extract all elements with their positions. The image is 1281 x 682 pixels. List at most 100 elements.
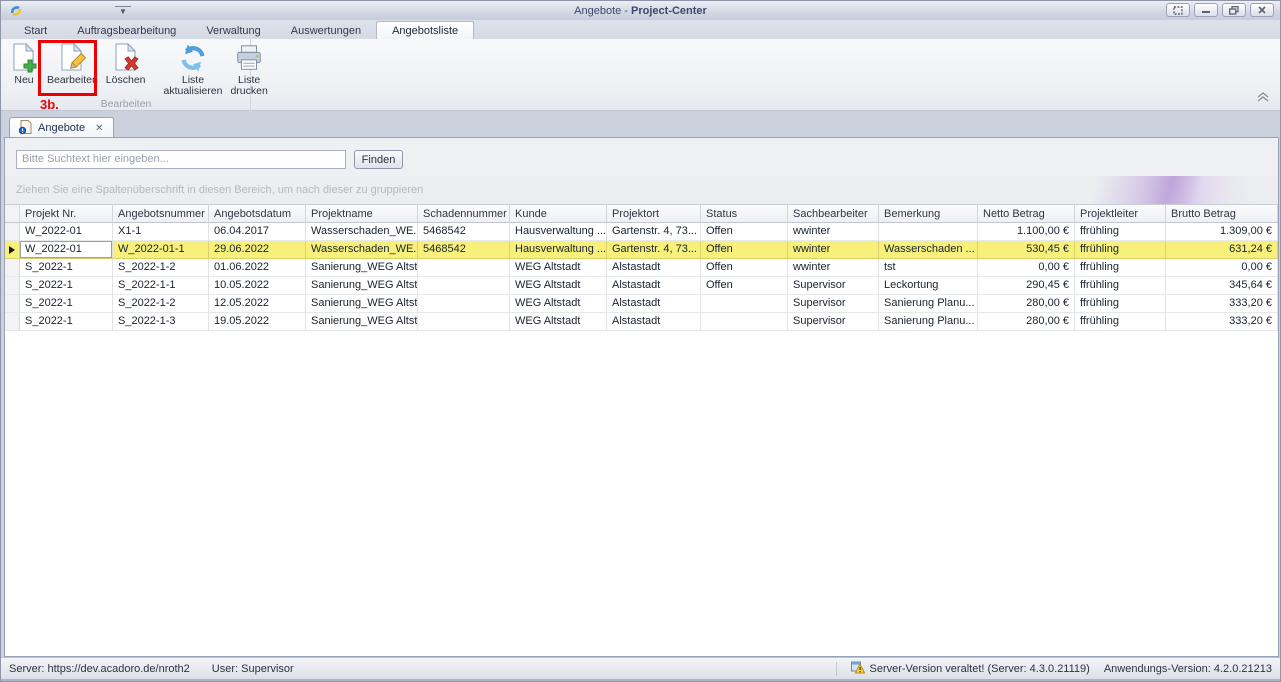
column-header-kunde[interactable]: Kunde (510, 204, 607, 223)
collapse-ribbon-icon[interactable] (1256, 89, 1270, 107)
grid-cell[interactable]: ffrühling (1075, 259, 1166, 277)
grid-cell[interactable]: 29.06.2022 (209, 241, 306, 259)
minimize-button[interactable] (1194, 3, 1218, 17)
grid-cell[interactable]: WEG Altstadt (510, 277, 607, 295)
bearbeiten-button[interactable]: Bearbeiten (43, 39, 102, 87)
ribbon-tab-verwaltung[interactable]: Verwaltung (191, 22, 275, 39)
search-input[interactable] (16, 150, 346, 169)
grid-cell[interactable]: Offen (701, 259, 788, 277)
grid-cell[interactable] (879, 223, 978, 241)
grid-row[interactable]: S_2022-1S_2022-1-319.05.2022Sanierung_WE… (5, 313, 1278, 331)
neu-button[interactable]: Neu (5, 39, 43, 87)
grid-cell[interactable]: 10.05.2022 (209, 277, 306, 295)
column-header-angebotsnummer[interactable]: Angebotsnummer (113, 204, 209, 223)
grid-row[interactable]: W_2022-01X1-106.04.2017Wasserschaden_WE.… (5, 223, 1278, 241)
grid-cell[interactable]: Alstastadt (607, 259, 701, 277)
grid-cell[interactable]: ffrühling (1075, 313, 1166, 331)
grid-cell[interactable]: Offen (701, 241, 788, 259)
grid-cell[interactable]: ffrühling (1075, 295, 1166, 313)
grid-cell[interactable]: 5468542 (418, 223, 510, 241)
column-header-angebotsdatum[interactable]: Angebotsdatum (209, 204, 306, 223)
grid-cell[interactable]: Sanierung Planu... (879, 295, 978, 313)
grid-cell[interactable]: Wasserschaden_WE... (306, 241, 418, 259)
column-header-projektort[interactable]: Projektort (607, 204, 701, 223)
grid-cell[interactable]: ffrühling (1075, 277, 1166, 295)
grid-cell[interactable]: Hausverwaltung ... (510, 223, 607, 241)
grid-cell[interactable]: S_2022-1 (20, 295, 113, 313)
grid-cell[interactable]: Alstastadt (607, 313, 701, 331)
find-button[interactable]: Finden (354, 150, 403, 169)
grid-cell[interactable]: 631,24 € (1166, 241, 1278, 259)
grid-cell[interactable]: wwinter (788, 259, 879, 277)
grid-cell[interactable]: 12.05.2022 (209, 295, 306, 313)
column-header-projektleiter[interactable]: Projektleiter (1075, 204, 1166, 223)
grid-cell[interactable]: S_2022-1 (20, 259, 113, 277)
grid-cell[interactable]: W_2022-01 (20, 241, 113, 259)
grid-cell[interactable]: Supervisor (788, 313, 879, 331)
grid-cell[interactable]: S_2022-1-2 (113, 259, 209, 277)
grid-cell[interactable]: Leckortung (879, 277, 978, 295)
ribbon-tab-angebotsliste[interactable]: Angebotsliste (376, 21, 474, 39)
tab-close-icon[interactable]: ✕ (95, 123, 103, 134)
grid-cell[interactable]: WEG Altstadt (510, 259, 607, 277)
grid-cell[interactable]: 0,00 € (978, 259, 1075, 277)
grid-cell[interactable]: wwinter (788, 223, 879, 241)
grid-cell[interactable]: Alstastadt (607, 277, 701, 295)
column-header-status[interactable]: Status (701, 204, 788, 223)
grid-row[interactable]: W_2022-01W_2022-01-129.06.2022Wasserscha… (5, 241, 1278, 259)
grid-cell[interactable]: Gartenstr. 4, 73... (607, 223, 701, 241)
liste-aktualisieren-button[interactable]: Liste aktualisieren (160, 39, 227, 98)
grid-cell[interactable]: 345,64 € (1166, 277, 1278, 295)
grid-cell[interactable]: wwinter (788, 241, 879, 259)
grid-cell[interactable]: 290,45 € (978, 277, 1075, 295)
grid-cell[interactable]: Offen (701, 223, 788, 241)
grid-cell[interactable]: Wasserschaden ... (879, 241, 978, 259)
grid-cell[interactable]: 280,00 € (978, 313, 1075, 331)
grid-cell[interactable]: 280,00 € (978, 295, 1075, 313)
tab-angebote[interactable]: Angebote ✕ (9, 117, 114, 138)
grid-cell[interactable]: 530,45 € (978, 241, 1075, 259)
grid-cell[interactable]: Offen (701, 277, 788, 295)
quick-access-dropdown-icon[interactable]: ▼ (115, 6, 131, 16)
grid-row[interactable]: S_2022-1S_2022-1-212.05.2022Sanierung_WE… (5, 295, 1278, 313)
grid-cell[interactable]: W_2022-01-1 (113, 241, 209, 259)
loeschen-button[interactable]: Löschen (102, 39, 150, 87)
grid-cell[interactable]: 0,00 € (1166, 259, 1278, 277)
column-header-sachbearbeiter[interactable]: Sachbearbeiter (788, 204, 879, 223)
column-header-netto-betrag[interactable]: Netto Betrag (978, 204, 1075, 223)
grid-cell[interactable]: Sanierung_WEG Altst... (306, 295, 418, 313)
grid-cell[interactable]: 333,20 € (1166, 313, 1278, 331)
ribbon-tab-auftragsbearbeitung[interactable]: Auftragsbearbeitung (62, 22, 191, 39)
column-header-brutto-betrag[interactable]: Brutto Betrag (1166, 204, 1278, 223)
grid-cell[interactable]: Sanierung Planu... (879, 313, 978, 331)
grid-cell[interactable]: W_2022-01 (20, 223, 113, 241)
column-header-projektname[interactable]: Projektname (306, 204, 418, 223)
group-by-panel[interactable]: Ziehen Sie eine Spaltenüberschrift in di… (5, 176, 1278, 204)
fullscreen-button[interactable] (1166, 3, 1190, 17)
grid-cell[interactable]: 19.05.2022 (209, 313, 306, 331)
grid-cell[interactable]: S_2022-1 (20, 277, 113, 295)
grid-cell[interactable]: Alstastadt (607, 295, 701, 313)
grid-cell[interactable]: Supervisor (788, 277, 879, 295)
close-button[interactable] (1250, 3, 1274, 17)
grid-cell[interactable]: Hausverwaltung ... (510, 241, 607, 259)
grid-cell[interactable] (418, 295, 510, 313)
grid-cell[interactable]: Wasserschaden_WE... (306, 223, 418, 241)
grid-cell[interactable]: S_2022-1-2 (113, 295, 209, 313)
grid-row[interactable]: S_2022-1S_2022-1-201.06.2022Sanierung_WE… (5, 259, 1278, 277)
ribbon-tab-auswertungen[interactable]: Auswertungen (276, 22, 376, 39)
restore-button[interactable] (1222, 3, 1246, 17)
grid-cell[interactable]: ffrühling (1075, 223, 1166, 241)
grid-cell[interactable]: Sanierung_WEG Altst... (306, 313, 418, 331)
grid-cell[interactable]: WEG Altstadt (510, 313, 607, 331)
liste-drucken-button[interactable]: Liste drucken (226, 39, 271, 98)
grid-cell[interactable]: Gartenstr. 4, 73... (607, 241, 701, 259)
grid-cell[interactable]: tst (879, 259, 978, 277)
grid-cell[interactable] (701, 295, 788, 313)
grid-cell[interactable]: WEG Altstadt (510, 295, 607, 313)
column-header-bemerkung[interactable]: Bemerkung (879, 204, 978, 223)
column-header-schadennummer[interactable]: Schadennummer (418, 204, 510, 223)
grid-cell[interactable]: 06.04.2017 (209, 223, 306, 241)
grid-cell[interactable]: Sanierung_WEG Altst... (306, 277, 418, 295)
grid-cell[interactable]: 1.100,00 € (978, 223, 1075, 241)
